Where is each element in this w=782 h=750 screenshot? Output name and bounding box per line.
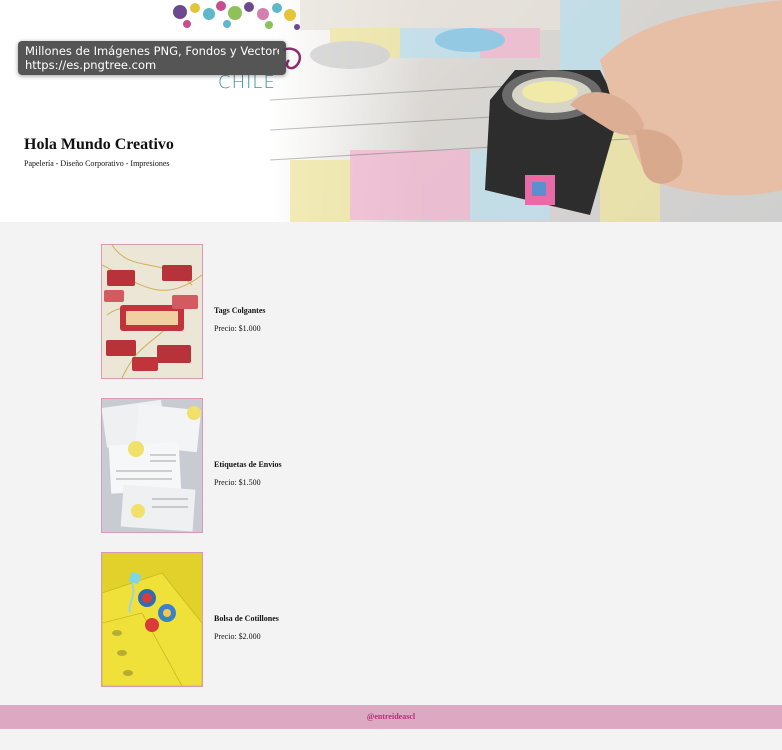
product-info: Etiquetas de Envios Precio: $1.500 — [214, 460, 282, 487]
product-info: Bolsa de Cotillones Precio: $2.000 — [214, 614, 279, 641]
product-name[interactable]: Tags Colgantes — [214, 306, 266, 315]
logo-city-text: CHILE — [218, 72, 276, 93]
hero-banner: CHILE Millones de Imágenes PNG, Fondos y… — [0, 0, 782, 222]
product-price: Precio: $1.000 — [214, 324, 261, 333]
product-card: Bolsa de Cotillones Precio: $2.000 — [101, 552, 501, 687]
product-price: Precio: $1.500 — [214, 478, 261, 487]
product-info: Tags Colgantes Precio: $1.000 — [214, 306, 266, 333]
product-card: Etiquetas de Envios Precio: $1.500 — [101, 398, 501, 533]
product-name[interactable]: Bolsa de Cotillones — [214, 614, 279, 623]
page-subtitle: Papelería - Diseño Corporativo - Impresi… — [24, 159, 170, 168]
product-image-party-bags[interactable] — [101, 552, 203, 687]
product-image-labels[interactable] — [101, 398, 203, 533]
footer-bar: @entreideascl — [0, 705, 782, 729]
hero-photo-loupe-print — [270, 0, 782, 222]
tooltip-url: https://es.pngtree.com — [25, 58, 157, 72]
product-card: Tags Colgantes Precio: $1.000 — [101, 244, 501, 379]
tooltip-title: Millones de Imágenes PNG, Fondos y Vecto… — [25, 44, 279, 58]
instagram-handle-link[interactable]: @entreideascl — [367, 712, 415, 721]
product-image-tags[interactable] — [101, 244, 203, 379]
page-title: Hola Mundo Creativo — [24, 136, 174, 153]
link-tooltip: Millones de Imágenes PNG, Fondos y Vecto… — [18, 41, 286, 75]
product-name[interactable]: Etiquetas de Envios — [214, 460, 282, 469]
product-price: Precio: $2.000 — [214, 632, 261, 641]
